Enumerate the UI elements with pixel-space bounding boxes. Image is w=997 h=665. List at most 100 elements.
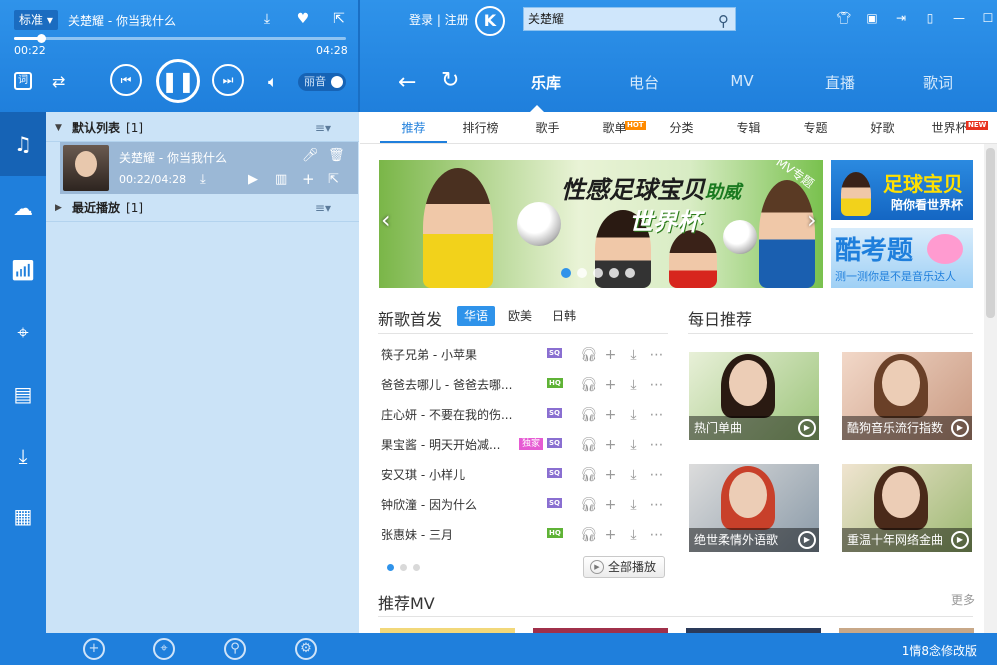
locate-icon[interactable]: ⌖ <box>153 638 175 660</box>
share-icon[interactable]: ⇱ <box>328 172 339 187</box>
daily-card[interactable]: 绝世柔情外语歌 ▶ <box>689 464 819 552</box>
delete-icon[interactable]: 🗑︎ <box>328 148 345 163</box>
download-icon[interactable]: ⤓ <box>626 524 641 546</box>
more-icon[interactable]: ⋯ <box>649 434 664 456</box>
play-icon[interactable]: ▶ <box>951 419 969 437</box>
song-row[interactable]: 筷子兄弟 - 小苹果 SQ 🎧︎ + ⤓ ⋯ <box>381 344 671 374</box>
local-music-icon[interactable]: ▤ <box>0 382 46 406</box>
carousel-next-icon[interactable]: › <box>807 206 817 234</box>
previous-button[interactable]: ⏮ <box>110 64 142 96</box>
song-row[interactable]: 庄心妍 - 不要在我的伤... SQ 🎧︎ + ⤓ ⋯ <box>381 404 671 434</box>
subtab-singers[interactable]: 歌手 <box>514 112 581 143</box>
tab-radio[interactable]: 电台 <box>595 72 693 93</box>
tab-mv[interactable]: MV <box>693 72 791 93</box>
download-icon[interactable]: ⤓ <box>0 444 46 468</box>
expand-arrow-icon[interactable]: ▶ <box>55 194 62 222</box>
mini-mode-icon[interactable]: ⇥ <box>894 11 908 25</box>
play-icon[interactable]: ▶ <box>798 419 816 437</box>
add-icon[interactable]: + <box>603 494 618 516</box>
progress-bar[interactable] <box>14 34 346 43</box>
carousel-dot[interactable] <box>593 268 603 278</box>
song-row[interactable]: 安又琪 - 小样儿 SQ 🎧︎ + ⤓ ⋯ <box>381 464 671 494</box>
tab-jpkr[interactable]: 日韩 <box>545 306 583 326</box>
subtab-categories[interactable]: 分类 <box>648 112 715 143</box>
add-icon[interactable]: + <box>603 524 618 546</box>
default-list-group[interactable]: ▼ 默认列表 [1] ≡▾ <box>46 114 359 142</box>
tab-chinese[interactable]: 华语 <box>457 306 496 326</box>
song-row[interactable]: 钟欣潼 - 因为什么 SQ 🎧︎ + ⤓ ⋯ <box>381 494 671 524</box>
listen-icon[interactable]: 🎧︎ <box>580 374 598 396</box>
apps-icon[interactable]: ▦ <box>0 504 46 528</box>
add-icon[interactable]: + <box>603 344 618 366</box>
volume-icon[interactable]: 🔈︎ <box>268 72 278 92</box>
listen-icon[interactable]: 🎧︎ <box>580 524 598 546</box>
subtab-recommend[interactable]: 推荐 <box>380 112 447 143</box>
page-dot[interactable] <box>387 564 394 571</box>
add-icon[interactable]: + <box>302 170 315 188</box>
subtab-albums[interactable]: 专辑 <box>715 112 782 143</box>
download-icon[interactable]: ⤓ <box>626 344 641 366</box>
heart-icon[interactable]: ♥ <box>294 10 312 28</box>
add-icon[interactable]: + <box>603 464 618 486</box>
search-icon[interactable]: ⚲ <box>224 638 246 660</box>
sound-effect-toggle[interactable]: 丽音 <box>298 73 346 91</box>
listen-icon[interactable]: 🎧︎ <box>580 404 598 426</box>
skin-icon[interactable]: 👕︎ <box>836 11 851 25</box>
back-arrow-icon[interactable]: ← <box>398 70 416 95</box>
page-dot[interactable] <box>400 564 407 571</box>
carousel-dot[interactable] <box>577 268 587 278</box>
more-icon[interactable]: ⋯ <box>649 494 664 516</box>
add-icon[interactable]: + <box>83 638 105 660</box>
pause-button[interactable]: ❚❚ <box>156 59 200 103</box>
more-link[interactable]: 更多 <box>951 591 975 608</box>
album-icon[interactable]: ▥ <box>275 172 287 187</box>
mv-icon[interactable]: ▶ <box>248 172 258 187</box>
daily-card[interactable]: 热门单曲 ▶ <box>689 352 819 440</box>
more-icon[interactable]: ⋯ <box>649 524 664 546</box>
music-note-icon[interactable]: ♫ <box>0 132 46 156</box>
carousel-prev-icon[interactable]: ‹ <box>381 206 391 234</box>
tab-lyrics[interactable]: 歌词 <box>889 72 987 93</box>
search-icon[interactable]: ⚲ <box>718 10 729 32</box>
share-icon[interactable]: ⇱ <box>330 10 348 28</box>
more-icon[interactable]: ⋯ <box>649 374 664 396</box>
download-icon[interactable]: ⤓ <box>626 434 641 456</box>
mic-icon[interactable]: 🎤︎ <box>302 148 319 163</box>
login-link[interactable]: 登录 | 注册 <box>409 11 469 28</box>
download-icon[interactable]: ⤓ <box>626 464 641 486</box>
listen-icon[interactable]: 🎧︎ <box>580 434 598 456</box>
loop-icon[interactable]: ⇄ <box>52 72 65 91</box>
add-icon[interactable]: + <box>603 434 618 456</box>
search-input[interactable]: 关楚耀 ⚲ <box>523 7 736 31</box>
download-icon[interactable]: ⤓ <box>258 10 276 28</box>
progress-knob[interactable] <box>37 34 47 43</box>
maximize-icon[interactable]: ☐ <box>981 11 995 25</box>
next-button[interactable]: ⏭ <box>212 64 244 96</box>
play-all-button[interactable]: ▶ 全部播放 <box>583 556 665 578</box>
scrollbar-thumb[interactable] <box>986 148 995 318</box>
subtab-world-cup[interactable]: 世界杯 NEW <box>916 112 989 143</box>
list-menu-icon[interactable]: ≡▾ <box>315 114 331 142</box>
list-menu-icon[interactable]: ≡▾ <box>315 194 331 222</box>
subtab-charts[interactable]: 排行榜 <box>447 112 514 143</box>
daily-card[interactable]: 重温十年网络金曲 ▶ <box>842 464 972 552</box>
refresh-icon[interactable]: ↻ <box>441 68 459 93</box>
scrollbar[interactable] <box>984 144 997 633</box>
page-dot[interactable] <box>413 564 420 571</box>
ad-football-babe[interactable]: 足球宝贝 陪你看世界杯 <box>831 160 973 220</box>
lyrics-icon[interactable]: 词 <box>14 72 32 90</box>
tab-live[interactable]: 直播 <box>791 72 889 93</box>
listen-icon[interactable]: 🎧︎ <box>580 464 598 486</box>
subtab-good-songs[interactable]: 好歌 <box>849 112 916 143</box>
subtab-topics[interactable]: 专题 <box>782 112 849 143</box>
tab-library[interactable]: 乐库 <box>497 72 595 93</box>
carousel-dot[interactable] <box>561 268 571 278</box>
play-icon[interactable]: ▶ <box>798 531 816 549</box>
carousel-dot[interactable] <box>625 268 635 278</box>
subtab-playlists[interactable]: 歌单 HOT <box>581 112 648 143</box>
download-icon[interactable]: ⤓ <box>626 404 641 426</box>
tab-western[interactable]: 欧美 <box>501 306 539 326</box>
cloud-icon[interactable]: ☁ <box>0 196 46 220</box>
more-icon[interactable]: ⋯ <box>649 344 664 366</box>
collapse-arrow-icon[interactable]: ▼ <box>55 114 62 142</box>
